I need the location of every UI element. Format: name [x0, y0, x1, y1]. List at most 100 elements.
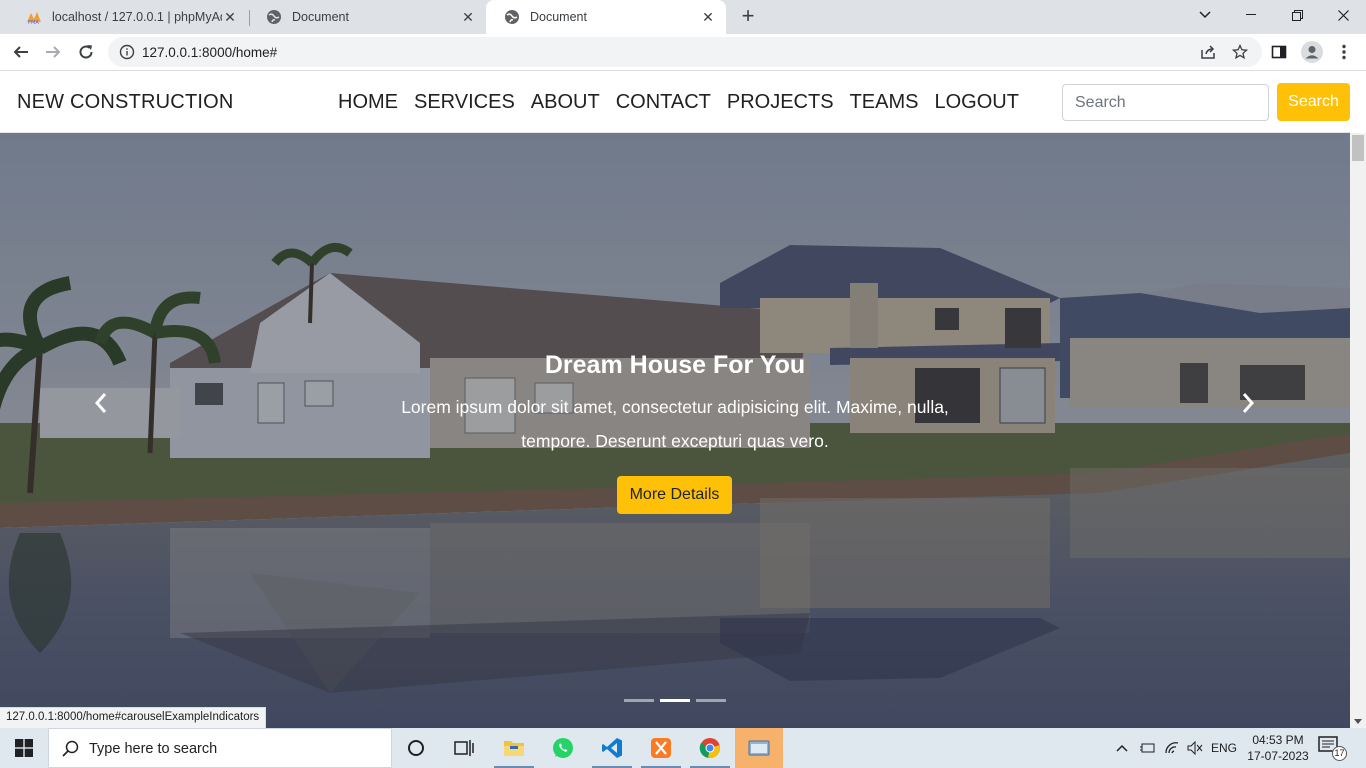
app-window-icon	[748, 740, 770, 756]
carousel-caption: Dream House For You Lorem ipsum dolor si…	[375, 351, 975, 458]
nav-services[interactable]: SERVICES	[414, 91, 515, 114]
carousel-indicators	[624, 699, 732, 702]
vscode-button[interactable]	[588, 728, 636, 768]
task-view-icon	[454, 740, 474, 756]
bookmark-button[interactable]	[1229, 41, 1251, 63]
taskbar-search-box[interactable]: Type here to search	[48, 728, 392, 768]
tab-title: Document	[530, 10, 587, 24]
tab-title: Document	[292, 10, 349, 24]
carousel-indicator-2[interactable]	[660, 699, 690, 702]
chevron-up-icon	[1116, 744, 1128, 752]
minimize-icon	[1246, 14, 1256, 15]
browser-toolbar: 127.0.0.1:8000/home#	[0, 34, 1366, 71]
tab-title: localhost / 127.0.0.1 | phpMyAdm	[52, 10, 222, 24]
file-explorer-button[interactable]	[490, 728, 538, 768]
carousel-next-button[interactable]	[1233, 388, 1263, 418]
carousel-text-line-2: tempore. Deserunt excepturi quas vero.	[521, 431, 829, 451]
restore-icon	[1291, 9, 1303, 21]
side-panel-button[interactable]	[1268, 41, 1290, 63]
wifi-button[interactable]	[1161, 728, 1183, 768]
device-icon	[1140, 743, 1155, 753]
address-bar[interactable]: 127.0.0.1:8000/home#	[108, 37, 1262, 67]
network-adapter-button[interactable]	[1136, 728, 1158, 768]
nav-projects[interactable]: PROJECTS	[727, 91, 834, 114]
search-icon	[62, 740, 79, 757]
site-navbar: NEW CONSTRUCTION HOME SERVICES ABOUT CON…	[0, 71, 1350, 133]
scroll-down-arrow-icon[interactable]	[1354, 717, 1362, 725]
nav-teams[interactable]: TEAMS	[850, 91, 919, 114]
active-app-button[interactable]	[735, 728, 783, 768]
search-input[interactable]	[1062, 84, 1269, 121]
tab-document-2[interactable]: Document ✕	[486, 0, 726, 34]
clock-date: 17-07-2023	[1247, 749, 1309, 763]
nav-about[interactable]: ABOUT	[531, 91, 600, 114]
xampp-icon	[651, 738, 671, 758]
taskbar-clock[interactable]: 04:53 PM 17-07-2023	[1246, 732, 1310, 764]
xampp-button[interactable]	[637, 728, 685, 768]
info-icon[interactable]	[119, 44, 135, 60]
close-window-button[interactable]	[1320, 0, 1366, 30]
more-details-button[interactable]: More Details	[617, 476, 732, 514]
url-text: 127.0.0.1:8000/home#	[142, 45, 278, 60]
back-button[interactable]	[8, 39, 34, 65]
carousel-prev-button[interactable]	[86, 388, 116, 418]
minimize-button[interactable]	[1228, 0, 1274, 30]
site-brand[interactable]: NEW CONSTRUCTION	[17, 91, 234, 114]
nav-contact[interactable]: CONTACT	[616, 91, 711, 114]
tab-phpmyadmin[interactable]: PMA localhost / 127.0.0.1 | phpMyAdm ✕	[8, 0, 248, 34]
browser-tab-strip: PMA localhost / 127.0.0.1 | phpMyAdm ✕ D…	[0, 0, 1366, 34]
svg-text:PMA: PMA	[28, 20, 39, 25]
chrome-icon	[699, 738, 720, 758]
chrome-button[interactable]	[686, 728, 734, 768]
share-button[interactable]	[1197, 41, 1219, 63]
task-view-button[interactable]	[440, 728, 488, 768]
chevron-down-icon	[1199, 11, 1211, 19]
search-button[interactable]: Search	[1277, 83, 1350, 121]
nav-home[interactable]: HOME	[338, 91, 398, 114]
reload-button[interactable]	[73, 39, 99, 65]
close-tab-icon[interactable]: ✕	[222, 9, 238, 25]
volume-button[interactable]	[1184, 728, 1206, 768]
chevron-right-icon	[1242, 393, 1255, 413]
close-tab-icon[interactable]: ✕	[460, 9, 476, 25]
file-explorer-icon	[504, 741, 524, 756]
menu-button[interactable]	[1333, 41, 1355, 63]
carousel-text-line-1: Lorem ipsum dolor sit amet, consectetur …	[401, 397, 949, 417]
avatar-icon	[1301, 41, 1323, 63]
close-tab-icon[interactable]: ✕	[700, 9, 716, 25]
forward-button[interactable]	[40, 39, 66, 65]
whatsapp-button[interactable]	[539, 728, 587, 768]
kebab-menu-icon	[1342, 44, 1346, 60]
cortana-button[interactable]	[392, 728, 440, 768]
carousel-indicator-1[interactable]	[624, 699, 654, 702]
notification-count-badge: 17	[1332, 746, 1347, 761]
hero-carousel: Dream House For You Lorem ipsum dolor si…	[0, 133, 1350, 728]
page-scrollbar[interactable]	[1350, 133, 1366, 728]
notification-center-button[interactable]: 17	[1318, 736, 1348, 761]
tab-search-button[interactable]	[1182, 0, 1228, 30]
main-menu: HOME SERVICES ABOUT CONTACT PROJECTS TEA…	[338, 91, 1035, 114]
restore-button[interactable]	[1274, 0, 1320, 30]
side-panel-icon	[1271, 45, 1287, 59]
new-tab-button[interactable]: +	[736, 5, 760, 29]
language-indicator[interactable]: ENG	[1208, 728, 1240, 768]
tab-document-1[interactable]: Document ✕	[248, 0, 486, 34]
nav-logout[interactable]: LOGOUT	[934, 91, 1018, 114]
windows-taskbar: Type here to search ENG 04:53 PM 17-07-2…	[0, 728, 1366, 768]
reload-icon	[79, 45, 93, 59]
chevron-left-icon	[94, 393, 107, 413]
arrow-left-icon	[13, 46, 28, 58]
globe-icon	[505, 10, 519, 24]
show-hidden-icons-button[interactable]	[1112, 728, 1132, 768]
profile-button[interactable]	[1301, 41, 1323, 63]
globe-icon	[267, 10, 281, 24]
link-status-bubble: 127.0.0.1:8000/home#carouselExampleIndic…	[0, 707, 267, 728]
scrollbar-thumb[interactable]	[1352, 135, 1364, 161]
carousel-title: Dream House For You	[544, 351, 806, 379]
star-icon	[1232, 44, 1248, 60]
share-icon	[1201, 45, 1215, 59]
carousel-indicator-3[interactable]	[696, 699, 726, 702]
windows-start-icon[interactable]	[15, 739, 33, 757]
phpmyadmin-icon: PMA	[27, 12, 41, 25]
wifi-icon	[1165, 742, 1179, 754]
